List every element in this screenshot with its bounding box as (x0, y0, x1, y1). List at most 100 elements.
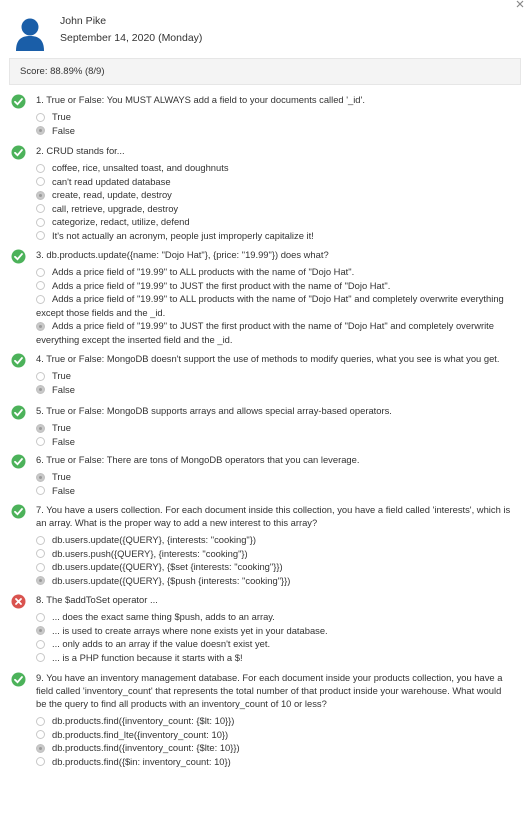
answer-option[interactable]: db.products.find({$in: inventory_count: … (36, 755, 512, 769)
answer-option[interactable]: Adds a price field of "19.99" to JUST th… (36, 319, 512, 346)
answer-option[interactable]: True (36, 421, 512, 435)
radio-selected-icon[interactable] (36, 321, 45, 331)
question-3: 3. db.products.update({name: "Dojo Hat"}… (0, 248, 526, 346)
answer-option-label: db.products.find_lte({inventory_count: 1… (52, 728, 229, 740)
question-text: 7. You have a users collection. For each… (36, 504, 511, 528)
answer-option-label: True (52, 370, 71, 381)
answer-option-label: db.users.push({QUERY}, {interests: "cook… (52, 547, 248, 559)
answer-option[interactable]: ... does the exact same thing $push, add… (36, 610, 512, 624)
answer-option[interactable]: db.users.push({QUERY}, {interests: "cook… (36, 547, 512, 561)
answer-option[interactable]: create, read, update, destroy (36, 188, 512, 202)
correct-check-icon (11, 405, 26, 420)
answer-option[interactable]: ... is a PHP function because it starts … (36, 651, 512, 665)
answer-option-label: It's not actually an acronym, people jus… (52, 229, 314, 241)
answer-option[interactable]: Adds a price field of "19.99" to JUST th… (36, 279, 512, 293)
answer-option-label: db.users.update({QUERY}, {interests: "co… (52, 534, 256, 545)
option-list: True False (36, 470, 512, 497)
radio-selected-icon[interactable] (36, 472, 45, 482)
avatar-icon (16, 18, 44, 51)
answer-option[interactable]: can't read updated database (36, 175, 512, 189)
radio-selected-icon[interactable] (36, 743, 45, 753)
radio-icon[interactable] (36, 217, 45, 227)
radio-icon[interactable] (36, 562, 45, 572)
option-list: ... does the exact same thing $push, add… (36, 610, 512, 664)
radio-icon[interactable] (36, 639, 45, 649)
question-8: 8. The $addToSet operator ... ... does th… (0, 593, 526, 664)
answer-option[interactable]: False (36, 435, 512, 449)
answer-option[interactable]: True (36, 470, 512, 484)
answer-option[interactable]: It's not actually an acronym, people jus… (36, 229, 512, 243)
option-list: coffee, rice, unsalted toast, and doughn… (36, 161, 512, 242)
answer-option[interactable]: db.products.find({inventory_count: {$lte… (36, 741, 512, 755)
option-list: True False (36, 110, 512, 137)
question-7: 7. You have a users collection. For each… (0, 503, 526, 587)
answer-option-label: coffee, rice, unsalted toast, and doughn… (52, 162, 229, 173)
radio-icon[interactable] (36, 112, 45, 122)
answer-option-label: False (52, 124, 75, 136)
answer-option[interactable]: True (36, 369, 512, 383)
radio-icon[interactable] (36, 653, 45, 662)
radio-icon[interactable] (36, 267, 45, 277)
answer-option[interactable]: ... only adds to an array if the value d… (36, 637, 512, 651)
answer-option-label: db.products.find({inventory_count: {$lte… (52, 742, 240, 753)
radio-icon[interactable] (36, 716, 45, 726)
answer-option-label: True (52, 422, 71, 433)
question-text: 8. The $addToSet operator ... (36, 594, 158, 605)
radio-selected-icon[interactable] (36, 190, 45, 200)
answer-option[interactable]: Adds a price field of "19.99" to ALL pro… (36, 292, 512, 319)
radio-icon[interactable] (36, 437, 45, 446)
answer-option[interactable]: categorize, redact, utilize, defend (36, 215, 512, 229)
answer-option[interactable]: False (36, 383, 512, 397)
radio-icon[interactable] (36, 231, 45, 240)
question-4: 4. True or False: MongoDB doesn't suppor… (0, 352, 526, 396)
radio-icon[interactable] (36, 163, 45, 173)
option-list: Adds a price field of "19.99" to ALL pro… (36, 265, 512, 346)
correct-check-icon (11, 504, 26, 519)
question-5: 5. True or False: MongoDB supports array… (0, 404, 526, 448)
question-text: 5. True or False: MongoDB supports array… (36, 405, 392, 416)
correct-check-icon (11, 249, 26, 264)
answer-option[interactable]: Adds a price field of "19.99" to ALL pro… (36, 265, 512, 279)
answer-option[interactable]: False (36, 484, 512, 498)
question-text: 2. CRUD stands for... (36, 145, 125, 156)
radio-icon[interactable] (36, 730, 45, 739)
radio-icon[interactable] (36, 549, 45, 558)
question-6: 6. True or False: There are tons of Mong… (0, 453, 526, 497)
radio-selected-icon[interactable] (36, 423, 45, 433)
answer-option-label: False (52, 435, 75, 447)
option-list: db.users.update({QUERY}, {interests: "co… (36, 533, 512, 587)
radio-icon[interactable] (36, 612, 45, 622)
radio-icon[interactable] (36, 294, 45, 304)
answer-option[interactable]: ... is used to create arrays where none … (36, 624, 512, 638)
answer-option[interactable]: coffee, rice, unsalted toast, and doughn… (36, 161, 512, 175)
radio-icon[interactable] (36, 486, 45, 495)
question-text: 1. True or False: You MUST ALWAYS add a … (36, 94, 365, 105)
answer-option[interactable]: call, retrieve, upgrade, destroy (36, 202, 512, 216)
answer-option[interactable]: db.users.update({QUERY}, {interests: "co… (36, 533, 512, 547)
radio-selected-icon[interactable] (36, 126, 45, 135)
answer-option[interactable]: db.users.update({QUERY}, {$set {interest… (36, 560, 512, 574)
question-text: 4. True or False: MongoDB doesn't suppor… (36, 353, 500, 364)
option-list: db.products.find({inventory_count: {$lt:… (36, 714, 512, 768)
radio-icon[interactable] (36, 177, 45, 186)
correct-check-icon (11, 145, 26, 160)
answer-option[interactable]: db.products.find({inventory_count: {$lt:… (36, 714, 512, 728)
answer-option-label: categorize, redact, utilize, defend (52, 216, 190, 227)
radio-selected-icon[interactable] (36, 576, 45, 585)
radio-icon[interactable] (36, 757, 45, 766)
radio-icon[interactable] (36, 281, 45, 290)
answer-option-label: Adds a price field of "19.99" to JUST th… (52, 279, 391, 291)
radio-icon[interactable] (36, 535, 45, 545)
quiz-date: September 14, 2020 (Monday) (60, 32, 203, 44)
incorrect-x-icon (11, 594, 26, 609)
radio-icon[interactable] (36, 204, 45, 213)
radio-selected-icon[interactable] (36, 626, 45, 635)
radio-selected-icon[interactable] (36, 385, 45, 394)
answer-option[interactable]: True (36, 110, 512, 124)
answer-option[interactable]: db.products.find_lte({inventory_count: 1… (36, 728, 512, 742)
answer-option[interactable]: False (36, 124, 512, 138)
question-text: 9. You have an inventory management data… (36, 672, 503, 709)
correct-check-icon (11, 94, 26, 109)
answer-option[interactable]: db.users.update({QUERY}, {$push {interes… (36, 574, 512, 588)
radio-icon[interactable] (36, 371, 45, 381)
